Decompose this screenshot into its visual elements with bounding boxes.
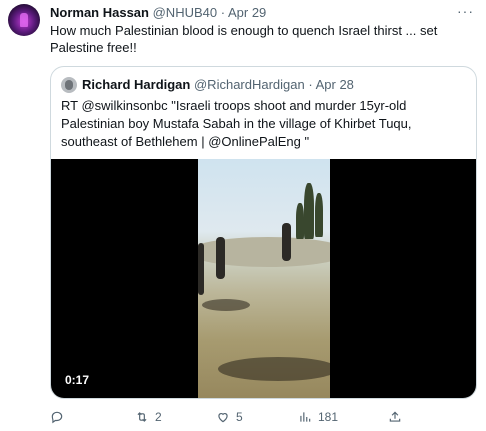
more-icon[interactable]: ··· [457,3,474,19]
shadow [218,357,330,381]
quoted-tweet[interactable]: Richard Hardigan @RichardHardigan · Apr … [50,66,477,399]
views-count: 181 [318,410,339,424]
author-handle[interactable]: @NHUB40 [153,5,218,20]
share-icon [389,411,401,422]
like-count: 5 [236,410,243,424]
retweet-icon [137,412,147,422]
quote-text: RT @swilkinsonbc "Israeli troops shoot a… [61,98,412,149]
tweet-header: Norman Hassan @NHUB40 · Apr 29 [50,5,266,21]
video-duration: 0:17 [61,372,94,388]
video-player[interactable]: 0:17 [51,159,476,398]
separator: · [308,77,313,92]
person [282,223,291,261]
views-icon [300,412,311,422]
reply-button[interactable] [50,410,70,424]
like-button[interactable]: 5 [216,410,243,424]
retweet-count: 2 [155,410,162,424]
retweet-button[interactable]: 2 [135,410,162,424]
video-frame[interactable] [198,159,330,398]
shadow [202,299,250,311]
action-bar: 2 5 181 [50,410,450,426]
person [216,237,225,279]
views-button[interactable]: 181 [298,410,338,424]
tweet-date[interactable]: Apr 29 [228,5,266,20]
reply-icon [51,411,63,424]
tree [296,203,304,239]
tree [304,183,314,239]
separator: · [220,5,226,20]
avatar[interactable] [8,4,40,36]
author-name[interactable]: Norman Hassan [50,5,149,20]
quote-avatar[interactable] [61,77,77,93]
quote-header: Richard Hardigan @RichardHardigan · Apr … [82,77,354,93]
tweet-text: How much Palestinian blood is enough to … [50,23,438,55]
quote-author-name[interactable]: Richard Hardigan [82,77,190,92]
heart-icon [218,413,228,423]
tree [315,193,323,237]
quote-date[interactable]: Apr 28 [316,77,354,92]
person [198,243,204,295]
quote-author-handle[interactable]: @RichardHardigan [194,77,305,92]
share-button[interactable] [388,410,402,424]
